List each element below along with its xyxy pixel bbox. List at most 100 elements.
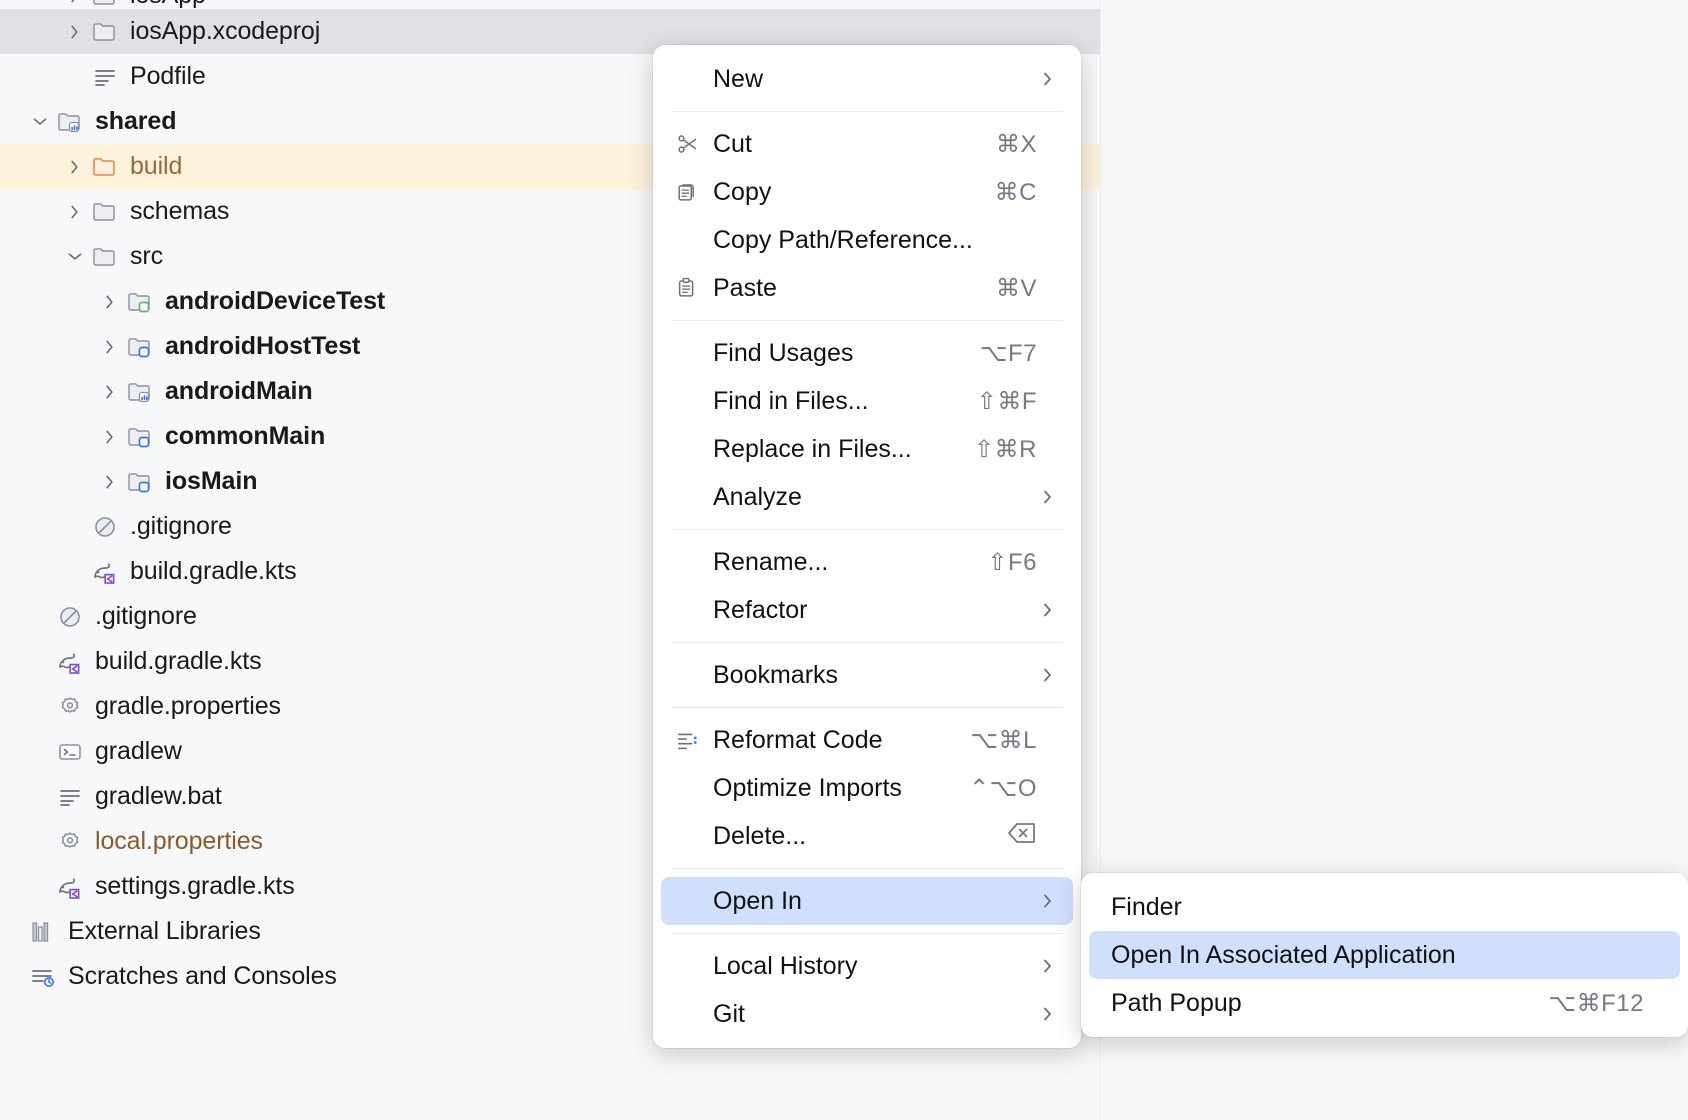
menu-item-copy[interactable]: Copy ⌘C <box>661 168 1073 216</box>
menu-item-shortcut: ⌘X <box>996 130 1037 159</box>
chevron-right-icon <box>27 649 53 675</box>
libraries-icon <box>26 917 60 947</box>
menu-item-label: Replace in Files... <box>713 435 956 464</box>
gradle-kotlin-icon <box>53 647 87 677</box>
tree-row-label: androidMain <box>163 377 313 406</box>
tree-row-label: shared <box>93 107 176 136</box>
menu-item-analyze[interactable]: Analyze <box>661 473 1073 521</box>
chevron-right-icon <box>27 604 53 630</box>
gradle-kotlin-icon <box>88 557 122 587</box>
chevron-right-icon <box>0 919 26 945</box>
chevron-right-icon[interactable] <box>97 289 123 315</box>
tree-row-iosapp[interactable]: iosApp <box>0 0 1100 9</box>
submenu-chevron-icon <box>1037 664 1059 686</box>
menu-item-label: Cut <box>713 130 978 159</box>
menu-item-label: Open In Associated Application <box>1111 941 1644 970</box>
menu-item-delete[interactable]: Delete... <box>661 812 1073 860</box>
menu-item-copy-path-reference[interactable]: Copy Path/Reference... <box>661 216 1073 264</box>
menu-item-bookmarks[interactable]: Bookmarks <box>661 651 1073 699</box>
chevron-right-icon[interactable] <box>97 469 123 495</box>
folder-icon <box>88 242 122 272</box>
copy-icon <box>675 179 713 205</box>
folder-excluded-icon <box>88 152 122 182</box>
menu-item-shortcut: ⌥F7 <box>980 339 1037 368</box>
menu-item-find-usages[interactable]: Find Usages ⌥F7 <box>661 329 1073 377</box>
scissors-icon <box>675 131 713 157</box>
menu-item-label: Copy <box>713 178 977 207</box>
tree-row-label: build.gradle.kts <box>128 557 297 586</box>
menu-item-label: Local History <box>713 952 1037 981</box>
tree-row-label: Scratches and Consoles <box>66 962 337 991</box>
menu-item-path-popup[interactable]: Path Popup⌥⌘F12 <box>1089 979 1680 1027</box>
menu-separator <box>671 111 1063 112</box>
chevron-right-icon[interactable] <box>62 19 88 45</box>
menu-item-refactor[interactable]: Refactor <box>661 586 1073 634</box>
menu-item-new[interactable]: New <box>661 55 1073 103</box>
menu-separator <box>671 320 1063 321</box>
gradle-kotlin-icon <box>53 872 87 902</box>
chevron-right-icon[interactable] <box>97 424 123 450</box>
menu-item-shortcut: ⌘V <box>996 274 1037 303</box>
menu-item-reformat-code[interactable]: Reformat Code⌥⌘L <box>661 716 1073 764</box>
text-file-icon <box>88 62 122 92</box>
menu-item-shortcut: ⌘C <box>995 178 1037 207</box>
tree-row-label: androidHostTest <box>163 332 360 361</box>
menu-item-label: Find Usages <box>713 339 962 368</box>
source-root-icon <box>123 467 157 497</box>
chevron-right-icon <box>27 739 53 765</box>
menu-item-shortcut: ⇧⌘R <box>974 435 1037 464</box>
menu-item-label: Path Popup <box>1111 989 1530 1018</box>
menu-item-git[interactable]: Git <box>661 990 1073 1038</box>
menu-item-finder[interactable]: Finder <box>1089 883 1680 931</box>
menu-item-optimize-imports[interactable]: Optimize Imports⌃⌥O <box>661 764 1073 812</box>
open-in-submenu[interactable]: Finder Open In Associated Application Path… <box>1081 873 1688 1037</box>
menu-item-cut[interactable]: Cut ⌘X <box>661 120 1073 168</box>
menu-separator <box>671 642 1063 643</box>
tree-row-label: gradlew.bat <box>93 782 222 811</box>
chevron-down-icon[interactable] <box>62 244 88 270</box>
paste-icon <box>675 275 713 301</box>
submenu-chevron-icon <box>1037 1003 1059 1025</box>
chevron-right-icon <box>27 829 53 855</box>
menu-item-local-history[interactable]: Local History <box>661 942 1073 990</box>
menu-separator <box>671 707 1063 708</box>
menu-item-open-in[interactable]: Open In <box>661 877 1073 925</box>
menu-item-label: Open In <box>713 887 1037 916</box>
menu-item-replace-in-files[interactable]: Replace in Files... ⇧⌘R <box>661 425 1073 473</box>
submenu-chevron-icon <box>1037 68 1059 90</box>
chevron-down-icon[interactable] <box>27 109 53 135</box>
file-context-menu[interactable]: New Cut ⌘X Copy ⌘C Copy Path/Reference...Past… <box>653 45 1081 1048</box>
submenu-chevron-icon <box>1037 955 1059 977</box>
menu-item-shortcut: ⇧F6 <box>987 548 1037 577</box>
source-root-icon <box>123 422 157 452</box>
chevron-right-icon[interactable] <box>97 334 123 360</box>
menu-item-open-in-associated-application[interactable]: Open In Associated Application <box>1089 931 1680 979</box>
properties-icon <box>53 692 87 722</box>
menu-item-find-in-files[interactable]: Find in Files...⇧⌘F <box>661 377 1073 425</box>
menu-item-rename[interactable]: Rename...⇧F6 <box>661 538 1073 586</box>
menu-item-label: Bookmarks <box>713 661 1037 690</box>
chevron-right-icon[interactable] <box>62 0 88 9</box>
chevron-right-icon <box>27 874 53 900</box>
tree-row-label: gradlew <box>93 737 182 766</box>
menu-item-label: Refactor <box>713 596 1037 625</box>
shell-script-icon <box>53 737 87 767</box>
chevron-right-icon <box>27 694 53 720</box>
menu-item-shortcut: ⌥⌘L <box>970 726 1037 755</box>
menu-item-shortcut: ⌃⌥O <box>969 774 1037 803</box>
module-android-icon <box>53 107 87 137</box>
chevron-right-icon[interactable] <box>62 199 88 225</box>
tree-row-label: .gitignore <box>93 602 197 631</box>
tree-row-label: External Libraries <box>66 917 261 946</box>
menu-item-label: Delete... <box>713 822 989 851</box>
text-file-icon <box>53 782 87 812</box>
tree-row-label: schemas <box>128 197 229 226</box>
chevron-right-icon[interactable] <box>97 379 123 405</box>
chevron-right-icon <box>62 559 88 585</box>
submenu-chevron-icon <box>1037 599 1059 621</box>
menu-item-paste[interactable]: Paste⌘V <box>661 264 1073 312</box>
menu-item-label: Analyze <box>713 483 1037 512</box>
chevron-right-icon <box>62 64 88 90</box>
submenu-chevron-icon <box>1037 890 1059 912</box>
chevron-right-icon[interactable] <box>62 154 88 180</box>
